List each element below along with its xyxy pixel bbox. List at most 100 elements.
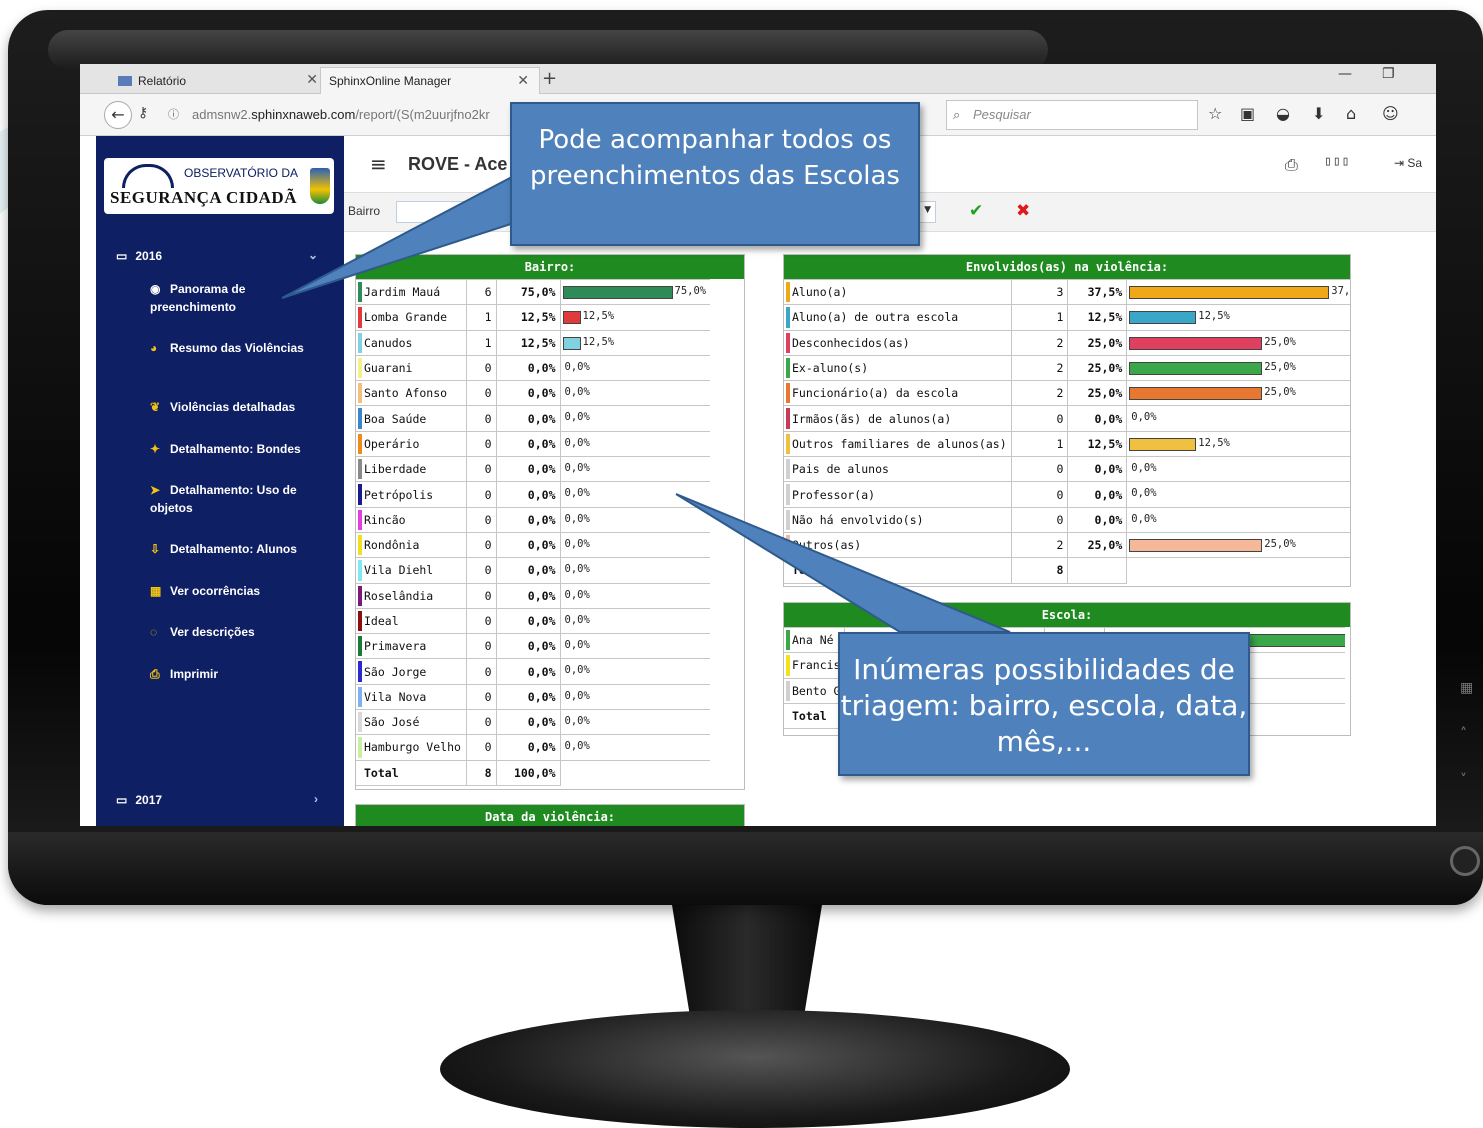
row-count: 0: [465, 506, 497, 533]
color-swatch: [358, 509, 362, 530]
sidebar-item[interactable]: ❦ Violências detalhadas: [150, 398, 320, 416]
row-count: 1: [465, 304, 497, 331]
table-row: Vila Nova 0 0,0% 0,0%: [356, 683, 710, 711]
browser-tab-active[interactable]: SphinxOnline Manager ✕: [320, 67, 540, 94]
color-swatch: [786, 408, 790, 429]
bar-label: 0,0%: [564, 588, 590, 601]
download-icon[interactable]: ⬇: [1312, 104, 1325, 123]
bar: [1129, 361, 1263, 375]
row-label: Irmãos(ãs) de alunos(a): [784, 405, 1012, 432]
bar: [1129, 311, 1197, 325]
clipboard-icon[interactable]: ▣: [1240, 104, 1255, 123]
apply-check-icon[interactable]: ✔: [969, 201, 983, 221]
print-icon[interactable]: ⎙: [1285, 155, 1298, 175]
sidebar-item[interactable]: ◉ Panorama de preenchimento: [150, 280, 320, 316]
row-percent: 0,0%: [495, 557, 561, 584]
row-bar-cell: 12,5%: [1126, 430, 1350, 458]
tab-favicon-icon: [118, 75, 132, 86]
maximize-icon[interactable]: ❐: [1382, 66, 1395, 82]
table-row: Aluno(a) de outra escola 1 12,5% 12,5%: [784, 304, 1350, 331]
row-percent: 0,0%: [1067, 481, 1128, 508]
home-icon[interactable]: ⌂: [1346, 104, 1356, 123]
sidebar-item[interactable]: ➤ Detalhamento: Uso de objetos: [150, 481, 320, 517]
up-control-icon[interactable]: ˄: [1460, 726, 1467, 742]
color-swatch: [786, 383, 790, 404]
sidebar-item[interactable]: ⎙ Imprimir: [150, 665, 320, 683]
bar-label: 0,0%: [1131, 512, 1157, 525]
bar-label: 0,0%: [564, 740, 590, 753]
row-label-text: Rondônia: [364, 538, 420, 553]
row-label-text: Liberdade: [364, 462, 427, 477]
table-row: Professor(a) 0 0,0% 0,0%: [784, 481, 1350, 508]
table-row: Petrópolis 0 0,0% 0,0%: [356, 481, 710, 508]
row-label: Hamburgo Velho: [356, 734, 467, 761]
row-count: 1: [1010, 304, 1069, 331]
power-button-icon[interactable]: [1450, 846, 1480, 876]
down-control-icon[interactable]: ˅: [1460, 772, 1467, 788]
bar: [1129, 387, 1263, 401]
address-bar[interactable]: admsnw2.sphinxnaweb.com/report/(S(m2uurj…: [192, 107, 490, 122]
row-label-text: Boa Saúde: [364, 411, 427, 426]
color-swatch: [786, 459, 790, 480]
bookmark-star-icon[interactable]: ☆: [1208, 104, 1222, 123]
logout-button[interactable]: ⇥ Sa: [1394, 156, 1422, 170]
logo[interactable]: OBSERVATÓRIO DA SEGURANÇA CIDADÃ: [104, 158, 334, 214]
table-row: Hamburgo Velho 0 0,0% 0,0%: [356, 734, 710, 761]
row-percent: 0,0%: [495, 607, 561, 635]
info-icon[interactable]: ⓘ: [168, 106, 179, 122]
hamburger-menu-icon[interactable]: ≡: [370, 152, 387, 176]
sidebar-item[interactable]: ◌ Ver descrições: [150, 623, 320, 641]
search-input[interactable]: ⌕ Pesquisar: [946, 100, 1198, 130]
new-tab-button[interactable]: +: [542, 68, 557, 89]
row-bar-cell: 25,0%: [1126, 380, 1350, 407]
total-empty: [1127, 558, 1350, 583]
table-row: Irmãos(ãs) de alunos(a) 0 0,0% 0,0%: [784, 405, 1350, 432]
bar-label: 0,0%: [564, 360, 590, 373]
row-label-text: Ex-aluno(s): [792, 361, 869, 376]
row-percent: 12,5%: [1067, 304, 1128, 331]
row-label-text: São José: [364, 715, 420, 730]
color-swatch: [358, 408, 362, 429]
row-count: 0: [1010, 405, 1069, 432]
row-label: Não há envolvido(s): [784, 506, 1012, 533]
close-tab-icon[interactable]: ✕: [517, 72, 529, 89]
total-n: 8: [465, 759, 497, 786]
row-bar-cell: 0,0%: [1126, 456, 1350, 483]
row-label-text: Desconhecidos(as): [792, 335, 910, 350]
row-label: Bento G: [784, 677, 846, 704]
bar-label: 0,0%: [564, 512, 590, 525]
row-label: Roselândia: [356, 582, 467, 609]
minimize-icon[interactable]: —: [1338, 66, 1352, 82]
export-icons[interactable]: ▯▯▯: [1324, 154, 1350, 169]
row-label: Jardim Mauá: [356, 278, 467, 306]
sidebar-item[interactable]: ⇩ Detalhamento: Alunos: [150, 540, 320, 558]
sidebar-year-2017[interactable]: ▭ 2017 ›: [96, 780, 344, 820]
color-swatch: [358, 459, 362, 480]
pocket-icon[interactable]: ◒: [1276, 104, 1290, 123]
row-count: 0: [465, 456, 497, 483]
menu-control-icon[interactable]: ▦: [1460, 680, 1473, 696]
color-swatch: [786, 655, 790, 676]
sidebar-item[interactable]: ◕ Resumo das Violências: [150, 339, 320, 357]
cancel-x-icon[interactable]: ✖: [1016, 201, 1030, 221]
crest-icon: [310, 168, 330, 204]
row-label-text: Jardim Mauá: [364, 285, 441, 300]
sidebar-year-2016[interactable]: ▭ 2016 ⌄: [96, 236, 344, 276]
chat-icon[interactable]: ☺: [1382, 104, 1399, 123]
row-label: Lomba Grande: [356, 304, 467, 331]
sidebar-item[interactable]: ▦ Ver ocorrências: [150, 582, 320, 600]
close-tab-icon[interactable]: ✕: [306, 71, 318, 88]
key-icon[interactable]: ⚷: [138, 105, 148, 121]
row-label: Outros familiares de alunos(as): [784, 430, 1012, 458]
color-swatch: [358, 560, 362, 581]
table-row: Não há envolvido(s) 0 0,0% 0,0%: [784, 506, 1350, 533]
bar: [1129, 538, 1263, 552]
eye-icon: ◉: [150, 282, 161, 296]
sidebar-item[interactable]: ✦ Detalhamento: Bondes: [150, 440, 320, 458]
page-title: ROVE - Ace: [408, 154, 508, 174]
color-swatch: [786, 357, 790, 379]
table-row: Canudos 1 12,5% 12,5%: [356, 329, 710, 356]
row-bar-cell: 0,0%: [559, 481, 710, 508]
back-arrow-icon[interactable]: ←: [104, 101, 132, 129]
browser-tab[interactable]: Relatório ✕: [110, 67, 328, 94]
